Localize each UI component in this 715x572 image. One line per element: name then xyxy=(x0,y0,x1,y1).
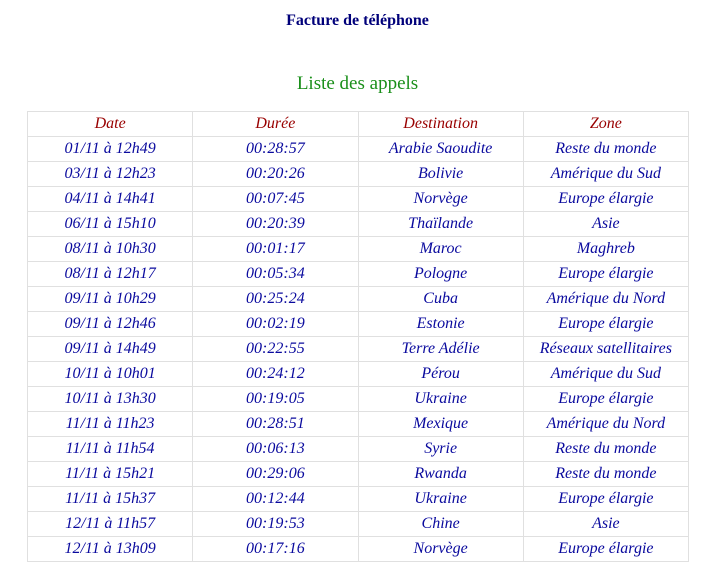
cell-zone: Asie xyxy=(522,511,690,537)
cell-duration: 00:22:55 xyxy=(192,336,359,362)
cell-date: 08/11 à 12h17 xyxy=(26,261,194,287)
table-header-row: Date Durée Destination Zone xyxy=(26,111,690,137)
cell-date: 10/11 à 13h30 xyxy=(26,386,194,412)
section-title: Liste des appels xyxy=(296,73,419,94)
cell-destination: Mexique xyxy=(357,411,524,437)
cell-zone: Reste du monde xyxy=(522,136,690,162)
cell-zone: Europe élargie xyxy=(522,186,690,212)
cell-destination: Maroc xyxy=(357,236,524,262)
cell-duration: 00:05:34 xyxy=(192,261,359,287)
cell-zone: Reste du monde xyxy=(522,461,690,487)
cell-duration: 00:19:53 xyxy=(192,511,359,537)
cell-zone: Amérique du Nord xyxy=(522,411,690,437)
table-row: 08/11 à 12h17 00:05:34 Pologne Europe élarg… xyxy=(26,261,690,287)
table-row: 11/11 à 11h23 00:28:51 Mexique Amérique du … xyxy=(26,411,690,437)
column-header-destination: Destination xyxy=(357,111,524,137)
cell-date: 09/11 à 12h46 xyxy=(26,311,194,337)
table-row: 12/11 à 11h57 00:19:53 Chine Asie xyxy=(26,511,690,537)
cell-zone: Europe élargie xyxy=(522,311,690,337)
cell-date: 11/11 à 11h23 xyxy=(26,411,194,437)
cell-duration: 00:25:24 xyxy=(192,286,359,312)
cell-destination: Syrie xyxy=(357,436,524,462)
cell-zone: Maghreb xyxy=(522,236,690,262)
cell-destination: Bolivie xyxy=(357,161,524,187)
table-row: 04/11 à 14h41 00:07:45 Norvège Europe élarg… xyxy=(26,186,690,212)
table-row: 08/11 à 10h30 00:01:17 Maroc Maghreb xyxy=(26,236,690,262)
cell-duration: 00:20:39 xyxy=(192,211,359,237)
table-row: 11/11 à 15h21 00:29:06 Rwanda Reste du mond… xyxy=(26,461,690,487)
cell-zone: Europe élargie xyxy=(522,386,690,412)
table-row: 10/11 à 10h01 00:24:12 Pérou Amérique du Su… xyxy=(26,361,690,387)
cell-destination: Pérou xyxy=(357,361,524,387)
cell-zone: Amérique du Sud xyxy=(522,361,690,387)
column-header-date: Date xyxy=(26,111,194,137)
cell-duration: 00:28:51 xyxy=(192,411,359,437)
cell-destination: Arabie Saoudite xyxy=(357,136,524,162)
cell-date: 11/11 à 15h21 xyxy=(26,461,194,487)
cell-date: 01/11 à 12h49 xyxy=(26,136,194,162)
cell-date: 12/11 à 11h57 xyxy=(26,511,194,537)
table-row: 09/11 à 10h29 00:25:24 Cuba Amérique du Nor… xyxy=(26,286,690,312)
cell-date: 04/11 à 14h41 xyxy=(26,186,194,212)
cell-duration: 00:07:45 xyxy=(192,186,359,212)
cell-destination: Estonie xyxy=(357,311,524,337)
cell-duration: 00:24:12 xyxy=(192,361,359,387)
cell-zone: Reste du monde xyxy=(522,436,690,462)
table-row: 09/11 à 14h49 00:22:55 Terre Adélie Réseaux… xyxy=(26,336,690,362)
cell-destination: Chine xyxy=(357,511,524,537)
cell-zone: Europe élargie xyxy=(522,536,690,562)
cell-duration: 00:01:17 xyxy=(192,236,359,262)
cell-zone: Amérique du Sud xyxy=(522,161,690,187)
cell-destination: Cuba xyxy=(357,286,524,312)
table-row: 10/11 à 13h30 00:19:05 Ukraine Europe élarg… xyxy=(26,386,690,412)
cell-destination: Norvège xyxy=(357,536,524,562)
cell-date: 11/11 à 15h37 xyxy=(26,486,194,512)
cell-zone: Amérique du Nord xyxy=(522,286,690,312)
column-header-zone: Zone xyxy=(522,111,690,137)
cell-duration: 00:19:05 xyxy=(192,386,359,412)
calls-table-container: Date Durée Destination Zone 01/11 à 12h4… xyxy=(26,111,690,562)
table-row: 11/11 à 15h37 00:12:44 Ukraine Europe élarg… xyxy=(26,486,690,512)
table-body: 01/11 à 12h49 00:28:57 Arabie Saoudite Rest… xyxy=(26,136,690,562)
table-row: 12/11 à 13h09 00:17:16 Norvège Europe élarg… xyxy=(26,536,690,562)
cell-destination: Thaïlande xyxy=(357,211,524,237)
cell-destination: Pologne xyxy=(357,261,524,287)
cell-destination: Ukraine xyxy=(357,386,524,412)
cell-duration: 00:28:57 xyxy=(192,136,359,162)
cell-duration: 00:12:44 xyxy=(192,486,359,512)
table-row: 11/11 à 11h54 00:06:13 Syrie Reste du monde xyxy=(26,436,690,462)
cell-destination: Norvège xyxy=(357,186,524,212)
cell-duration: 00:02:19 xyxy=(192,311,359,337)
cell-date: 09/11 à 14h49 xyxy=(26,336,194,362)
cell-date: 08/11 à 10h30 xyxy=(26,236,194,262)
column-header-duration: Durée xyxy=(192,111,359,137)
table-row: 09/11 à 12h46 00:02:19 Estonie Europe élarg… xyxy=(26,311,690,337)
cell-destination: Ukraine xyxy=(357,486,524,512)
cell-zone: Réseaux satellitaires xyxy=(522,336,690,362)
cell-duration: 00:29:06 xyxy=(192,461,359,487)
cell-destination: Rwanda xyxy=(357,461,524,487)
cell-date: 06/11 à 15h10 xyxy=(26,211,194,237)
cell-duration: 00:20:26 xyxy=(192,161,359,187)
cell-zone: Europe élargie xyxy=(522,486,690,512)
table-row: 01/11 à 12h49 00:28:57 Arabie Saoudite Rest… xyxy=(26,136,690,162)
cell-zone: Asie xyxy=(522,211,690,237)
cell-date: 03/11 à 12h23 xyxy=(26,161,194,187)
cell-date: 11/11 à 11h54 xyxy=(26,436,194,462)
table-row: 06/11 à 15h10 00:20:39 Thaïlande Asie xyxy=(26,211,690,237)
table-row: 03/11 à 12h23 00:20:26 Bolivie Amérique du … xyxy=(26,161,690,187)
cell-zone: Europe élargie xyxy=(522,261,690,287)
calls-table: Date Durée Destination Zone 01/11 à 12h4… xyxy=(26,111,690,562)
cell-duration: 00:06:13 xyxy=(192,436,359,462)
cell-date: 10/11 à 10h01 xyxy=(26,361,194,387)
cell-date: 12/11 à 13h09 xyxy=(26,536,194,562)
page-title: Facture de téléphone xyxy=(286,12,429,29)
cell-duration: 00:17:16 xyxy=(192,536,359,562)
cell-date: 09/11 à 10h29 xyxy=(26,286,194,312)
cell-destination: Terre Adélie xyxy=(357,336,524,362)
